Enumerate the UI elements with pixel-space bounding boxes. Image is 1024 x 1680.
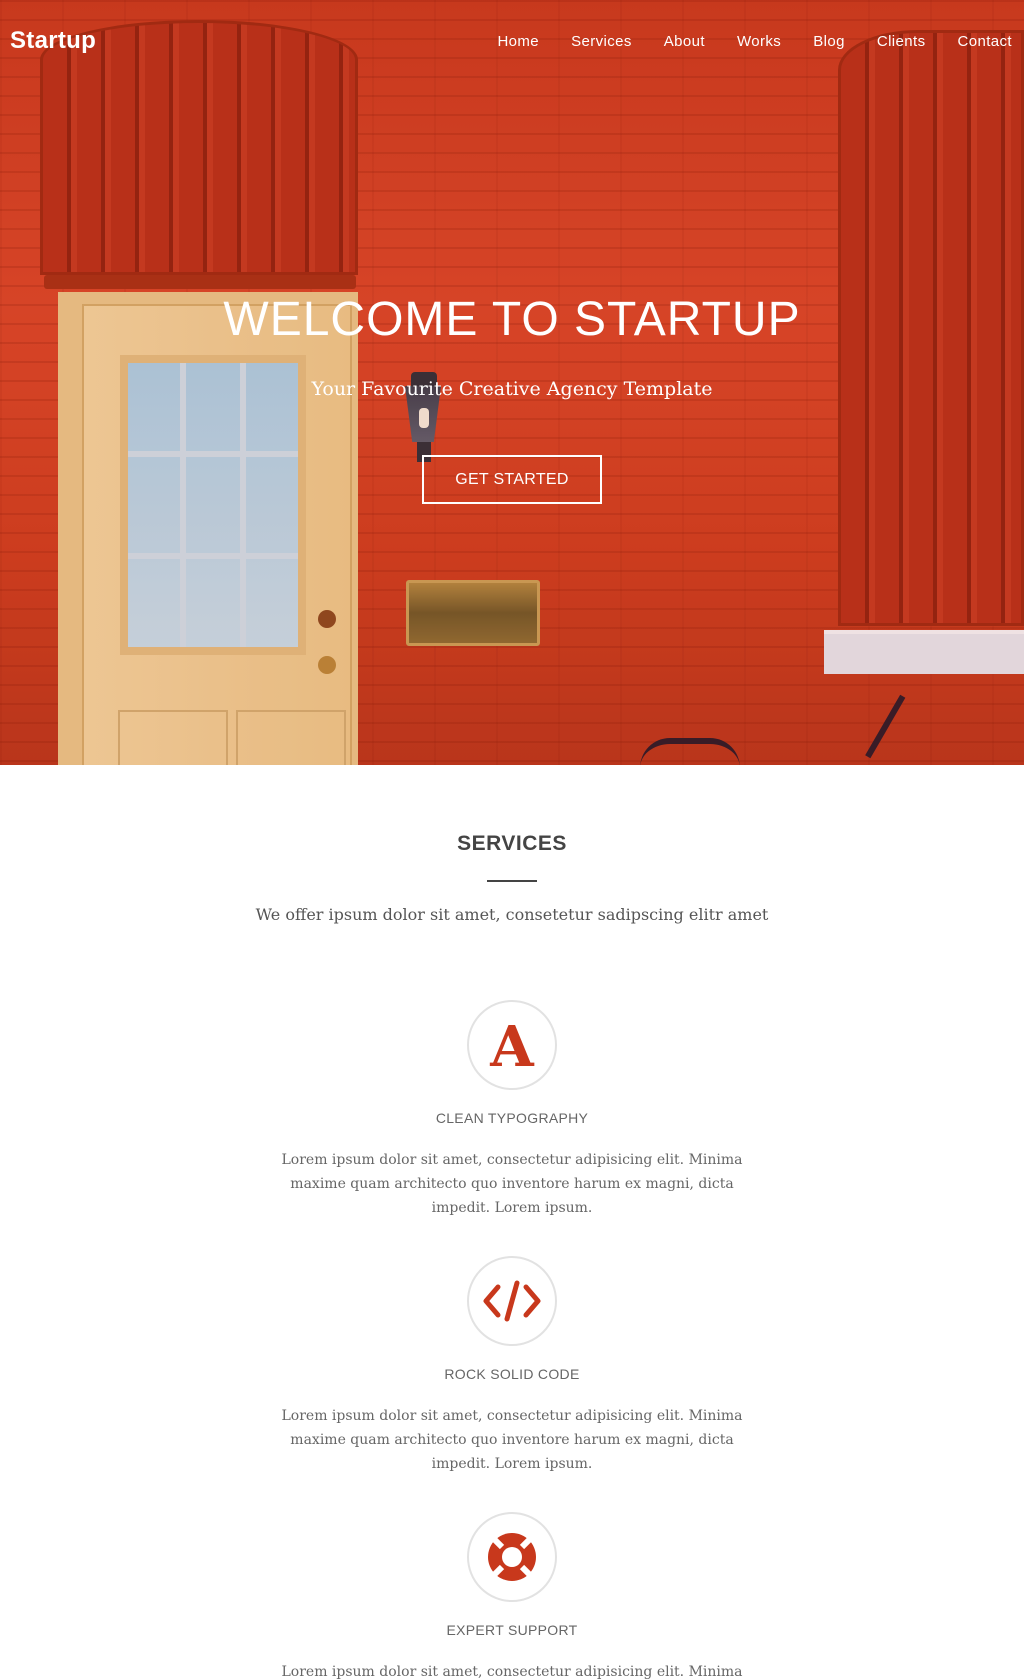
- nav-link-clients[interactable]: Clients: [861, 33, 942, 50]
- services-title: SERVICES: [457, 832, 567, 855]
- service-title: ROCK SOLID CODE: [444, 1366, 580, 1382]
- services-intro: We offer ipsum dolor sit amet, consetetu…: [255, 905, 769, 924]
- nav-link-blog[interactable]: Blog: [797, 33, 861, 50]
- hero-subtitle: Your Favourite Creative Agency Template: [311, 378, 713, 400]
- services-divider: [487, 880, 537, 882]
- service-description: Lorem ipsum dolor sit amet, consectetur …: [281, 1664, 743, 1680]
- get-started-button[interactable]: GET STARTED: [422, 455, 602, 504]
- service-title: CLEAN TYPOGRAPHY: [435, 1110, 589, 1126]
- nav-link-contact[interactable]: Contact: [942, 33, 1015, 50]
- navbar: Startup Home Services About Works Blog C…: [0, 0, 1024, 86]
- nav-menu: Home Services About Works Blog Clients C…: [481, 33, 1014, 50]
- typography-icon: A: [490, 1014, 534, 1080]
- nav-link-services[interactable]: Services: [555, 33, 648, 50]
- service-icon-circle: A: [467, 1000, 557, 1090]
- service-icon-circle: [467, 1512, 557, 1602]
- hero-section: Startup Home Services About Works Blog C…: [0, 0, 1024, 765]
- service-description: Lorem ipsum dolor sit amet, consectetur …: [281, 1408, 743, 1472]
- hero-title: WELCOME TO STARTUP: [223, 293, 801, 346]
- code-icon: [483, 1280, 541, 1322]
- nav-link-home[interactable]: Home: [481, 33, 555, 50]
- nav-link-works[interactable]: Works: [721, 33, 797, 50]
- service-title: EXPERT SUPPORT: [446, 1622, 578, 1638]
- brand-logo[interactable]: Startup: [10, 27, 96, 55]
- lifebuoy-icon: [488, 1533, 536, 1581]
- service-icon-circle: [467, 1256, 557, 1346]
- service-description: Lorem ipsum dolor sit amet, consectetur …: [281, 1152, 743, 1216]
- nav-link-about[interactable]: About: [648, 33, 721, 50]
